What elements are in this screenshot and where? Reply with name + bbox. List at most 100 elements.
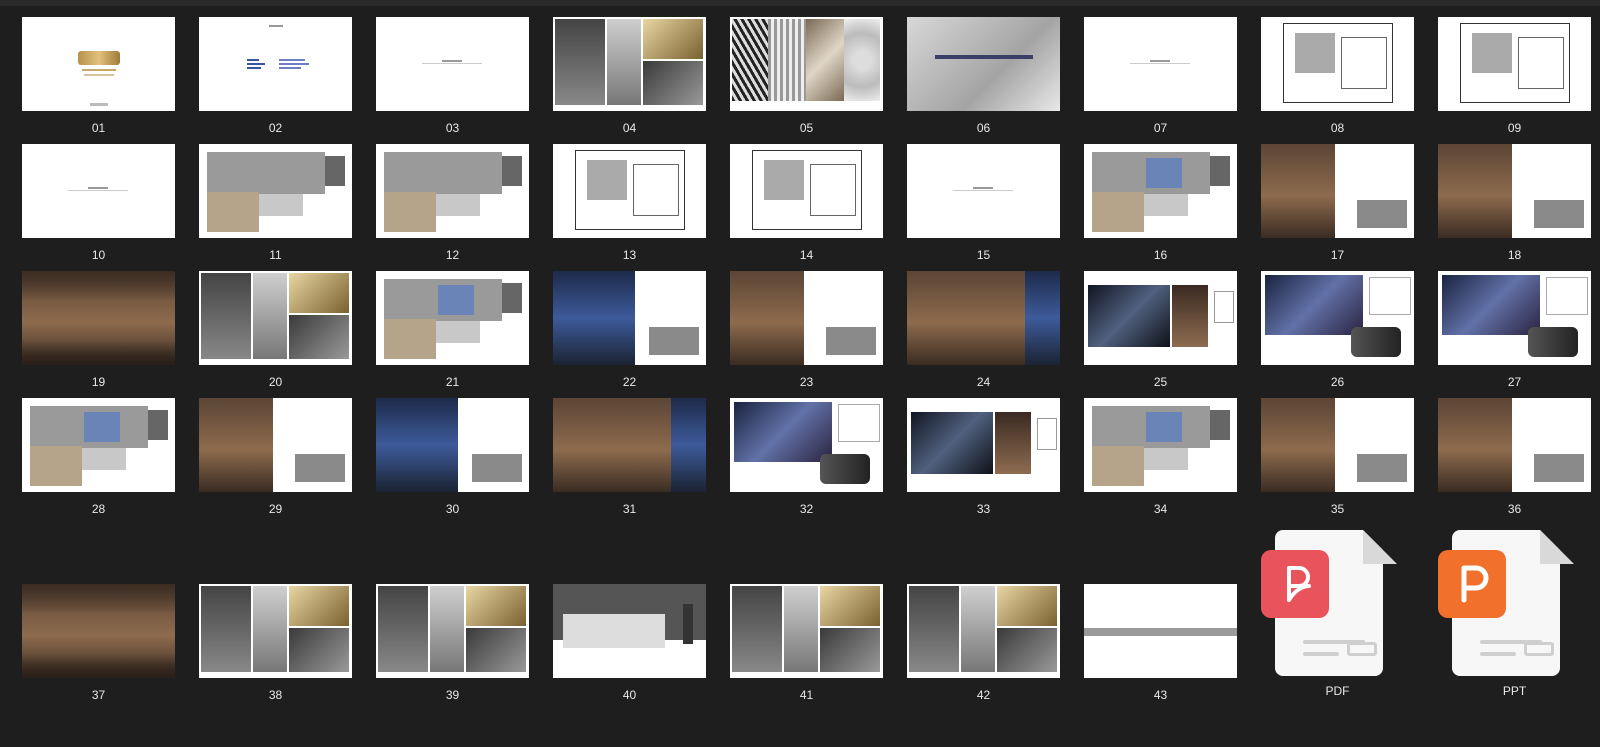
slide-thumbnail[interactable]: 36: [1438, 398, 1591, 516]
slide-thumbnail[interactable]: 13: [553, 144, 706, 262]
slide-preview[interactable]: [199, 17, 352, 111]
thumbnail-graphic: [961, 586, 995, 672]
slide-preview[interactable]: [730, 17, 883, 111]
slide-thumbnail[interactable]: 35: [1261, 398, 1414, 516]
slide-preview[interactable]: [730, 584, 883, 678]
slide-thumbnail[interactable]: 17: [1261, 144, 1414, 262]
slide-preview[interactable]: [907, 144, 1060, 238]
slide-thumbnail[interactable]: 27: [1438, 271, 1591, 389]
slide-number-label: 24: [976, 375, 991, 389]
slide-preview[interactable]: [1084, 144, 1237, 238]
slide-thumbnail[interactable]: 05: [730, 17, 883, 135]
slide-preview[interactable]: [907, 398, 1060, 492]
slide-thumbnail[interactable]: 37: [22, 584, 175, 702]
slide-thumbnail[interactable]: 24: [907, 271, 1060, 389]
slide-preview[interactable]: [1261, 144, 1414, 238]
slide-preview[interactable]: [22, 584, 175, 678]
slide-thumbnail[interactable]: 16: [1084, 144, 1237, 262]
slide-thumbnail[interactable]: 42: [907, 584, 1060, 702]
slide-preview[interactable]: [553, 584, 706, 678]
slide-preview[interactable]: [376, 271, 529, 365]
slide-thumbnail[interactable]: 32: [730, 398, 883, 516]
slide-preview[interactable]: [199, 584, 352, 678]
thumbnail-graphic: [1472, 33, 1512, 73]
slide-thumbnail[interactable]: 41: [730, 584, 883, 702]
slide-thumbnail[interactable]: 01: [22, 17, 175, 135]
slide-thumbnail[interactable]: 33: [907, 398, 1060, 516]
slide-preview[interactable]: [1261, 17, 1414, 111]
thumbnail-graphic: [973, 187, 993, 189]
slide-preview[interactable]: [1261, 271, 1414, 365]
slide-thumbnail[interactable]: 04: [553, 17, 706, 135]
slide-preview[interactable]: [22, 144, 175, 238]
slide-thumbnail[interactable]: 12: [376, 144, 529, 262]
ppt-file[interactable]: [1438, 530, 1574, 680]
slide-thumbnail[interactable]: 40: [553, 584, 706, 702]
slide-preview[interactable]: [553, 271, 706, 365]
slide-thumbnail[interactable]: 30: [376, 398, 529, 516]
slide-preview[interactable]: [553, 144, 706, 238]
slide-preview[interactable]: [199, 271, 352, 365]
slide-thumbnail[interactable]: 07: [1084, 17, 1237, 135]
slide-preview[interactable]: [199, 144, 352, 238]
slide-thumbnail[interactable]: 14: [730, 144, 883, 262]
slide-preview[interactable]: [553, 398, 706, 492]
slide-preview[interactable]: [1084, 271, 1237, 365]
slide-number-label: 38: [268, 688, 283, 702]
slide-thumbnail[interactable]: 39: [376, 584, 529, 702]
thumbnail-graphic: [253, 273, 287, 359]
slide-thumbnail[interactable]: 02: [199, 17, 352, 135]
slide-thumbnail[interactable]: 09: [1438, 17, 1591, 135]
slide-number-label: 42: [976, 688, 991, 702]
slide-preview[interactable]: [22, 17, 175, 111]
slide-number-label: 40: [622, 688, 637, 702]
pdf-file-label: PDF: [1325, 684, 1350, 698]
slide-preview[interactable]: [1084, 398, 1237, 492]
slide-preview[interactable]: [376, 17, 529, 111]
slide-preview[interactable]: [553, 17, 706, 111]
pdf-file[interactable]: [1261, 530, 1397, 680]
slide-thumbnail[interactable]: 34: [1084, 398, 1237, 516]
slide-preview[interactable]: [1084, 584, 1237, 678]
slide-preview[interactable]: [376, 398, 529, 492]
thumbnail-graphic: [907, 271, 1025, 365]
slide-preview[interactable]: [907, 17, 1060, 111]
slide-thumbnail[interactable]: 10: [22, 144, 175, 262]
slide-thumbnail[interactable]: 28: [22, 398, 175, 516]
slide-preview[interactable]: [199, 398, 352, 492]
slide-preview[interactable]: [1438, 17, 1591, 111]
slide-thumbnail[interactable]: 11: [199, 144, 352, 262]
slide-preview[interactable]: [376, 144, 529, 238]
slide-preview[interactable]: [22, 271, 175, 365]
slide-thumbnail[interactable]: 03: [376, 17, 529, 135]
slide-preview[interactable]: [730, 144, 883, 238]
slide-number-label: 22: [622, 375, 637, 389]
slide-thumbnail[interactable]: 31: [553, 398, 706, 516]
slide-thumbnail[interactable]: 06: [907, 17, 1060, 135]
slide-thumbnail[interactable]: 29: [199, 398, 352, 516]
slide-thumbnail[interactable]: 23: [730, 271, 883, 389]
slide-preview[interactable]: [1438, 398, 1591, 492]
slide-preview[interactable]: [1261, 398, 1414, 492]
slide-thumbnail[interactable]: 43: [1084, 584, 1237, 702]
slide-thumbnail[interactable]: 20: [199, 271, 352, 389]
slide-thumbnail[interactable]: 25: [1084, 271, 1237, 389]
slide-preview[interactable]: [730, 398, 883, 492]
slide-preview[interactable]: [22, 398, 175, 492]
slide-preview[interactable]: [907, 271, 1060, 365]
slide-thumbnail[interactable]: 22: [553, 271, 706, 389]
slide-thumbnail[interactable]: 19: [22, 271, 175, 389]
slide-preview[interactable]: [1438, 144, 1591, 238]
slide-thumbnail[interactable]: 18: [1438, 144, 1591, 262]
slide-thumbnail[interactable]: 26: [1261, 271, 1414, 389]
slide-thumbnail[interactable]: 38: [199, 584, 352, 702]
slide-preview[interactable]: [1084, 17, 1237, 111]
slide-preview[interactable]: [730, 271, 883, 365]
slide-preview[interactable]: [376, 584, 529, 678]
slide-preview[interactable]: [1438, 271, 1591, 365]
slide-preview[interactable]: [907, 584, 1060, 678]
thumbnail-graphic: [442, 60, 462, 62]
slide-thumbnail[interactable]: 08: [1261, 17, 1414, 135]
slide-thumbnail[interactable]: 15: [907, 144, 1060, 262]
slide-thumbnail[interactable]: 21: [376, 271, 529, 389]
